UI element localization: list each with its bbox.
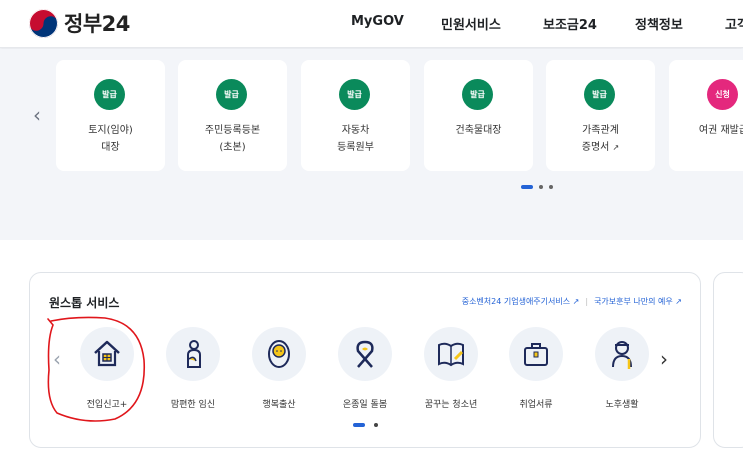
page-dot-active[interactable]	[353, 423, 365, 427]
service-card[interactable]: 발급 건축물대장	[424, 60, 533, 171]
nav-civil-service[interactable]: 민원서비스	[441, 14, 501, 33]
service-childcare[interactable]: 온종일 돌봄	[325, 327, 405, 410]
external-link-icon: ↗	[572, 297, 580, 306]
card-label: 가족관계 증명서 ↗	[581, 125, 620, 153]
card-label: 건축물대장	[455, 125, 502, 136]
taegeuk-logo-icon	[29, 8, 58, 38]
service-label: 노후생활	[605, 400, 639, 410]
ribbon-icon	[338, 327, 392, 381]
service-pregnancy[interactable]: 맘편한 임신	[153, 327, 233, 410]
pregnancy-icon	[166, 327, 220, 381]
service-label: 취업서류	[519, 400, 553, 410]
divider: |	[585, 297, 589, 306]
service-childbirth[interactable]: 행복출산	[239, 327, 319, 410]
service-label: 행복출산	[262, 400, 296, 410]
page-dot-active[interactable]	[521, 185, 533, 189]
logo-text: 정부24	[64, 12, 130, 36]
baby-icon	[252, 327, 306, 381]
service-card[interactable]: 발급 주민등록등본 (초본)	[178, 60, 287, 171]
apply-badge: 신청	[707, 79, 738, 110]
book-icon	[424, 327, 478, 381]
service-label: 맘편한 임신	[170, 400, 216, 410]
external-link-icon: ↗	[612, 143, 620, 152]
service-label: 온종일 돌봄	[342, 400, 388, 410]
card-label: 토지(임야) 대장	[88, 125, 133, 153]
issue-badge: 발급	[216, 79, 247, 110]
elderly-icon	[595, 327, 649, 381]
page-dot[interactable]	[549, 185, 553, 189]
service-card[interactable]: 발급 가족관계 증명서 ↗	[546, 60, 655, 171]
next-arrow-icon[interactable]: ›	[660, 347, 668, 371]
nav-customer[interactable]: 고객	[725, 14, 743, 33]
service-label: 꿈꾸는 청소년	[424, 400, 478, 410]
panel-title: 원스톱 서비스	[49, 296, 120, 310]
site-header: 정부24 MyGOV 민원서비스 보조금24 정책정보 고객	[0, 0, 743, 48]
service-card[interactable]: 발급 토지(임야) 대장	[56, 60, 165, 171]
nav-policy[interactable]: 정책정보	[635, 14, 683, 33]
briefcase-icon	[509, 327, 563, 381]
card-label: 여권 재발급	[698, 125, 743, 136]
service-retirement[interactable]: 노후생활	[582, 327, 662, 410]
link-sme24[interactable]: 중소벤처24 기업생애주기서비스 ↗	[462, 296, 580, 307]
page-dot[interactable]	[539, 185, 543, 189]
service-pagination	[353, 423, 378, 427]
service-youth[interactable]: 꿈꾸는 청소년	[411, 327, 491, 410]
card-label: 주민등록등본 (초본)	[204, 125, 261, 153]
issue-badge: 발급	[94, 79, 125, 110]
carousel-pagination	[521, 185, 553, 189]
service-card[interactable]: 신청 여권 재발급	[669, 60, 743, 171]
issue-badge: 발급	[462, 79, 493, 110]
link-veterans[interactable]: 국가보훈부 나만의 예우 ↗	[594, 296, 682, 307]
frequent-services-carousel: ‹ 발급 토지(임야) 대장 발급 주민등록등본 (초본) 발급 자동차 등록원…	[0, 49, 743, 240]
service-employment-docs[interactable]: 취업서류	[496, 327, 576, 410]
annotation-circle	[47, 316, 146, 422]
carousel-prev-icon[interactable]: ‹	[33, 105, 49, 125]
issue-badge: 발급	[584, 79, 615, 110]
external-link-icon: ↗	[675, 297, 682, 306]
logo[interactable]: 정부24	[29, 8, 130, 38]
page-dot[interactable]	[374, 423, 378, 427]
service-card[interactable]: 발급 자동차 등록원부	[301, 60, 410, 171]
side-panel	[713, 272, 743, 448]
card-label: 자동차 등록원부	[337, 125, 374, 153]
nav-mygov[interactable]: MyGOV	[351, 14, 404, 29]
nav-subsidy[interactable]: 보조금24	[543, 14, 597, 33]
panel-links: 중소벤처24 기업생애주기서비스 ↗ | 국가보훈부 나만의 예우 ↗	[462, 296, 682, 307]
issue-badge: 발급	[339, 79, 370, 110]
